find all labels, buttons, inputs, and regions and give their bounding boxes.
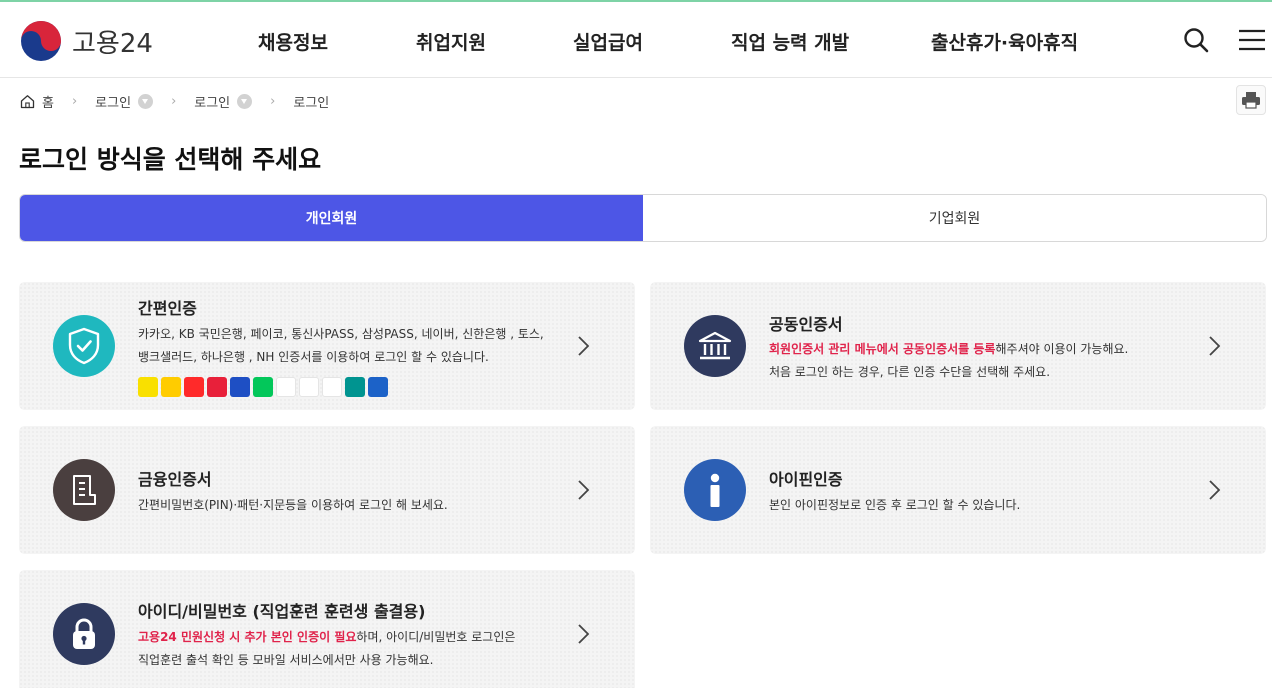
- nav-item-job-skills[interactable]: 직업 능력 개발: [731, 28, 849, 55]
- nh-logo-icon: [368, 377, 388, 397]
- site-header: 고용24 채용정보 취업지원 실업급여 직업 능력 개발 출산휴가·육아휴직: [0, 2, 1272, 78]
- chevron-right-icon: [1209, 480, 1221, 500]
- naver-logo-icon: [253, 377, 273, 397]
- nav-item-parental-leave[interactable]: 출산휴가·육아휴직: [931, 28, 1078, 55]
- card-description-line: 직업훈련 출석 확인 등 모바일 서비스에서만 사용 가능해요.: [138, 653, 434, 667]
- card-description: 본인 아이핀정보로 인증 후 로그인 할 수 있습니다.: [769, 498, 1021, 512]
- menu-icon[interactable]: [1238, 26, 1266, 54]
- print-button[interactable]: [1236, 85, 1266, 115]
- login-option-simple-auth[interactable]: 간편인증 카카오, KB 국민은행, 페이코, 통신사PASS, 삼성PASS,…: [19, 282, 635, 410]
- breadcrumb: 홈 › 로그인 › 로그인 › 로그인: [20, 90, 329, 112]
- shield-check-icon: [53, 315, 115, 377]
- dropdown-icon[interactable]: [237, 93, 253, 109]
- chevron-right-icon: [578, 336, 590, 356]
- card-description-highlight: 고용24 민원신청 시 추가 본인 인증이 필요: [138, 630, 357, 644]
- card-description-highlight: 회원인증서 관리 메뉴에서 공동인증서를 등록: [769, 342, 996, 356]
- search-icon[interactable]: [1182, 26, 1210, 54]
- login-option-ipin[interactable]: 아이핀인증 본인 아이핀정보로 인증 후 로그인 할 수 있습니다.: [650, 426, 1266, 554]
- payco-logo-icon: [184, 377, 204, 397]
- login-option-joint-certificate[interactable]: 공동인증서 회원인증서 관리 메뉴에서 공동인증서를 등록해주셔야 이용이 가능…: [650, 282, 1266, 410]
- card-description-line: 회원인증서 관리 메뉴에서 공동인증서를 등록해주셔야 이용이 가능해요.: [769, 338, 1199, 361]
- shinhan-logo-icon: [276, 377, 296, 397]
- card-title: 금융인증서: [138, 470, 212, 489]
- card-description: 고용24 민원신청 시 추가 본인 인증이 필요하며, 아이디/비밀번호 로그인…: [138, 626, 558, 672]
- card-description-line: 처음 로그인 하는 경우, 다른 인증 수단을 선택해 주세요.: [769, 365, 1051, 379]
- samsung-pass-logo-icon: [230, 377, 250, 397]
- chevron-right-icon: [578, 624, 590, 644]
- breadcrumb-item-label: 로그인: [95, 95, 132, 111]
- breadcrumb-home[interactable]: 홈: [20, 92, 54, 111]
- breadcrumb-item-label: 로그인: [194, 95, 231, 111]
- card-description-text: 하며, 아이디/비밀번호 로그인은: [356, 630, 516, 644]
- breadcrumb-item-1[interactable]: 로그인: [95, 92, 154, 111]
- nav-item-unemployment-benefits[interactable]: 실업급여: [573, 28, 643, 55]
- breadcrumb-item-label: 로그인: [293, 95, 330, 111]
- bank-building-icon: [684, 315, 746, 377]
- print-icon: [1242, 92, 1260, 109]
- chevron-right-icon: ›: [71, 93, 78, 109]
- breadcrumb-item-2[interactable]: 로그인: [194, 92, 253, 111]
- card-description-line: 뱅크샐러드, 하나은행 , NH 인증서를 이용하여 로그인 할 수 있습니다.: [138, 350, 489, 364]
- chevron-right-icon: [1209, 336, 1221, 356]
- pass-logo-icon: [207, 377, 227, 397]
- provider-logo-list: [138, 377, 388, 397]
- login-option-financial-certificate[interactable]: 금융인증서 간편비밀번호(PIN)·패턴·지문등을 이용하여 로그인 해 보세요…: [19, 426, 635, 554]
- card-description: 회원인증서 관리 메뉴에서 공동인증서를 등록해주셔야 이용이 가능해요. 처음…: [769, 338, 1199, 384]
- hana-logo-icon: [345, 377, 365, 397]
- financial-certificate-icon: [53, 459, 115, 521]
- card-title: 아이디/비밀번호 (직업훈련 훈련생 출결용): [138, 602, 426, 621]
- chevron-right-icon: ›: [270, 93, 276, 109]
- home-icon: [20, 94, 35, 108]
- chevron-right-icon: ›: [171, 93, 177, 109]
- card-description: 카카오, KB 국민은행, 페이코, 통신사PASS, 삼성PASS, 네이버,…: [138, 323, 578, 369]
- dropdown-icon[interactable]: [138, 93, 154, 109]
- card-title: 공동인증서: [769, 315, 843, 334]
- tab-personal[interactable]: 개인회원: [20, 195, 643, 241]
- info-icon: [684, 459, 746, 521]
- nav-item-employment-support[interactable]: 취업지원: [416, 28, 486, 55]
- lock-icon: [53, 603, 115, 665]
- page-title: 로그인 방식을 선택해 주세요: [19, 145, 322, 174]
- tab-corporate[interactable]: 기업회원: [643, 195, 1266, 241]
- chevron-right-icon: [578, 480, 590, 500]
- card-description-line: 고용24 민원신청 시 추가 본인 인증이 필요하며, 아이디/비밀번호 로그인…: [138, 626, 558, 649]
- card-title: 아이핀인증: [769, 470, 843, 489]
- card-title: 간편인증: [138, 299, 197, 318]
- main-nav: 채용정보 취업지원 실업급여 직업 능력 개발 출산휴가·육아휴직: [0, 2, 1272, 78]
- banksalad-logo-icon: [322, 377, 342, 397]
- card-description: 간편비밀번호(PIN)·패턴·지문등을 이용하여 로그인 해 보세요.: [138, 498, 448, 512]
- breadcrumb-item-current: 로그인: [293, 92, 329, 111]
- toss-logo-icon: [299, 377, 319, 397]
- member-type-tabs: 개인회원 기업회원: [19, 194, 1267, 242]
- kakao-logo-icon: [138, 377, 158, 397]
- breadcrumb-home-label: 홈: [42, 95, 54, 111]
- kb-logo-icon: [161, 377, 181, 397]
- card-description-line: 카카오, KB 국민은행, 페이코, 통신사PASS, 삼성PASS, 네이버,…: [138, 327, 544, 341]
- nav-item-jobs[interactable]: 채용정보: [258, 28, 328, 55]
- login-option-id-password[interactable]: 아이디/비밀번호 (직업훈련 훈련생 출결용) 고용24 민원신청 시 추가 본…: [19, 570, 635, 688]
- card-description-text: 해주셔야 이용이 가능해요.: [995, 342, 1129, 356]
